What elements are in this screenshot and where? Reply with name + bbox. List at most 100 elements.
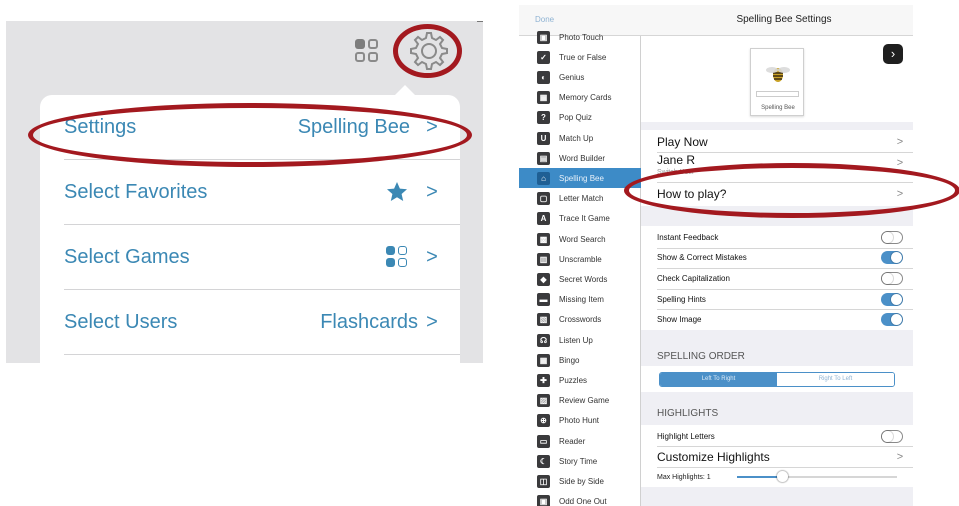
toggle-knob xyxy=(891,314,902,326)
slider-knob[interactable] xyxy=(776,471,788,482)
games-sidebar: ▣ Photo Touch ✓ True or False ◐ Genius ▦ Memory… xyxy=(519,30,641,506)
puzzle-icon: ✚ xyxy=(537,373,550,387)
spelling-order-header: SPELLING ORDER xyxy=(657,351,745,362)
customize-highlights-row[interactable]: Customize Highlights > xyxy=(641,447,913,467)
listen-icon: ☊ xyxy=(537,333,550,347)
sidebar-item[interactable]: ☾ Story Time xyxy=(519,451,641,471)
sidebar-item-label: Reader xyxy=(559,436,586,446)
sidebar-item[interactable]: ▭ Reader xyxy=(519,431,641,451)
toggle-switch[interactable] xyxy=(881,313,903,327)
reader-icon: ▭ xyxy=(537,434,550,448)
grid-icon[interactable] xyxy=(355,39,379,63)
progress-bar xyxy=(756,91,799,97)
sidebar-item-label: Secret Words xyxy=(559,274,608,284)
max-highlights-label: Max Highlights: 1 xyxy=(657,473,711,481)
chevron-right-icon: > xyxy=(426,310,438,333)
sidebar-item-label: Spelling Bee xyxy=(559,173,604,183)
toggle-row: Instant Feedback xyxy=(641,227,913,248)
play-now-label: Play Now xyxy=(657,135,708,149)
odd-icon: ▣ xyxy=(537,495,550,506)
done-button[interactable]: Done xyxy=(535,15,554,24)
select-users-row[interactable]: Select Users Flashcards > xyxy=(64,290,460,355)
sidebar-item-label: Unscramble xyxy=(559,254,602,264)
sidebar-item-label: Crosswords xyxy=(559,315,602,325)
sidebar-item[interactable]: ▢ Letter Match xyxy=(519,189,641,209)
sidebar-item[interactable]: ? Pop Quiz xyxy=(519,108,641,128)
select-users-label: Select Users xyxy=(64,310,178,333)
left-to-right-option[interactable]: Left To Right xyxy=(660,373,777,386)
sidebar-item-label: Match Up xyxy=(559,133,594,143)
sidebar-item[interactable]: ▦ Memory Cards xyxy=(519,88,641,108)
chevron-right-icon: > xyxy=(426,180,438,203)
sidebar-item[interactable]: ⊕ Photo Hunt xyxy=(519,411,641,431)
toggle-switch[interactable] xyxy=(881,230,903,244)
play-now-row[interactable]: Play Now > xyxy=(641,132,913,152)
sidebar-item-label: Puzzles xyxy=(559,375,588,385)
letter-icon: ▢ xyxy=(537,192,550,206)
sidebar-item[interactable]: ▦ Bingo xyxy=(519,350,641,370)
photo-icon: ▣ xyxy=(537,30,550,44)
memory-icon: ▦ xyxy=(537,91,550,105)
sidebar-item[interactable]: ⌂ Spelling Bee xyxy=(519,168,641,189)
highlight-letters-toggle[interactable] xyxy=(881,429,903,443)
sidebar-item[interactable]: ✓ True or False xyxy=(519,47,641,67)
sidebar-item[interactable]: ▧ Crosswords xyxy=(519,310,641,330)
sidebar-item-label: Review Game xyxy=(559,396,610,406)
right-to-left-option[interactable]: Right To Left xyxy=(777,373,894,386)
sidebar-item[interactable]: ◆ Secret Words xyxy=(519,269,641,289)
annotation-ring-how-to-play xyxy=(624,163,959,218)
side-icon: ◫ xyxy=(537,474,550,488)
select-games-row[interactable]: Select Games > xyxy=(64,225,460,290)
sidebar-item[interactable]: ▣ Odd One Out xyxy=(519,492,641,506)
toggle-switch[interactable] xyxy=(881,251,903,265)
toggle-row: Spelling Hints xyxy=(641,289,913,310)
sidebar-item-label: Story Time xyxy=(559,456,598,466)
screenshot-composite: Settings Spelling Bee > Select Favorites… xyxy=(0,0,959,506)
toggle-row: Show & Correct Mistakes xyxy=(641,248,913,269)
toggle-row: Check Capitalization xyxy=(641,268,913,289)
sidebar-item[interactable]: ▩ Word Search xyxy=(519,229,641,249)
sidebar-item[interactable]: A Trace It Game xyxy=(519,209,641,229)
sidebar-item-label: Genius xyxy=(559,72,585,82)
game-thumbnail[interactable]: Spelling Bee xyxy=(750,48,804,116)
sidebar-item[interactable]: ▤ Word Builder xyxy=(519,148,641,168)
toggle-label: Show Image xyxy=(657,315,702,325)
sidebar-item[interactable]: U Match Up xyxy=(519,128,641,148)
toggle-switch[interactable] xyxy=(881,271,903,285)
menu-popover-panel: Settings Spelling Bee > Select Favorites… xyxy=(6,21,483,363)
missing-icon: ▬ xyxy=(537,293,550,307)
toggle-knob xyxy=(882,272,893,284)
trace-icon: A xyxy=(537,212,550,226)
chevron-right-icon: > xyxy=(896,451,904,463)
sidebar-item[interactable]: ▨ Review Game xyxy=(519,391,641,411)
toggle-label: Instant Feedback xyxy=(657,232,719,242)
sidebar-item[interactable]: ▥ Unscramble xyxy=(519,249,641,269)
sidebar-item[interactable]: ◐ Genius xyxy=(519,67,641,87)
chevron-right-icon: > xyxy=(896,157,904,169)
toggle-switch[interactable] xyxy=(881,292,903,306)
spelling-order-segmented-control[interactable]: Left To Right Right To Left xyxy=(659,372,895,387)
bee-icon: ⌂ xyxy=(537,171,550,185)
chevron-right-icon: > xyxy=(896,136,904,148)
sidebar-item[interactable]: ☊ Listen Up xyxy=(519,330,641,350)
sidebar-item-label: Missing Item xyxy=(559,295,604,305)
game-caption: Spelling Bee xyxy=(761,105,795,111)
check-icon: ✓ xyxy=(537,50,550,64)
sidebar-item-label: True or False xyxy=(559,52,607,62)
sidebar-item-label: Photo Touch xyxy=(559,32,604,42)
sidebar-item-label: Word Builder xyxy=(559,153,606,163)
sidebar-item[interactable]: ▬ Missing Item xyxy=(519,290,641,310)
genius-icon: ◐ xyxy=(537,70,550,84)
sidebar-item-label: Side by Side xyxy=(559,476,604,486)
sidebar-item[interactable]: ▣ Photo Touch xyxy=(519,27,641,47)
crossword-icon: ▧ xyxy=(537,313,550,327)
sidebar-item-label: Pop Quiz xyxy=(559,113,592,123)
sidebar-item[interactable]: ✚ Puzzles xyxy=(519,370,641,390)
sidebar-item[interactable]: ◫ Side by Side xyxy=(519,471,641,491)
max-highlights-slider[interactable] xyxy=(737,471,897,482)
highlight-letters-label: Highlight Letters xyxy=(657,431,715,441)
select-favorites-row[interactable]: Select Favorites > xyxy=(64,160,460,225)
star-icon xyxy=(387,182,407,201)
spelling-bee-settings-screen: Done Spelling Bee Settings ▣ Photo Touch ✓… xyxy=(519,5,913,506)
next-arrow-button[interactable]: › xyxy=(883,44,903,64)
